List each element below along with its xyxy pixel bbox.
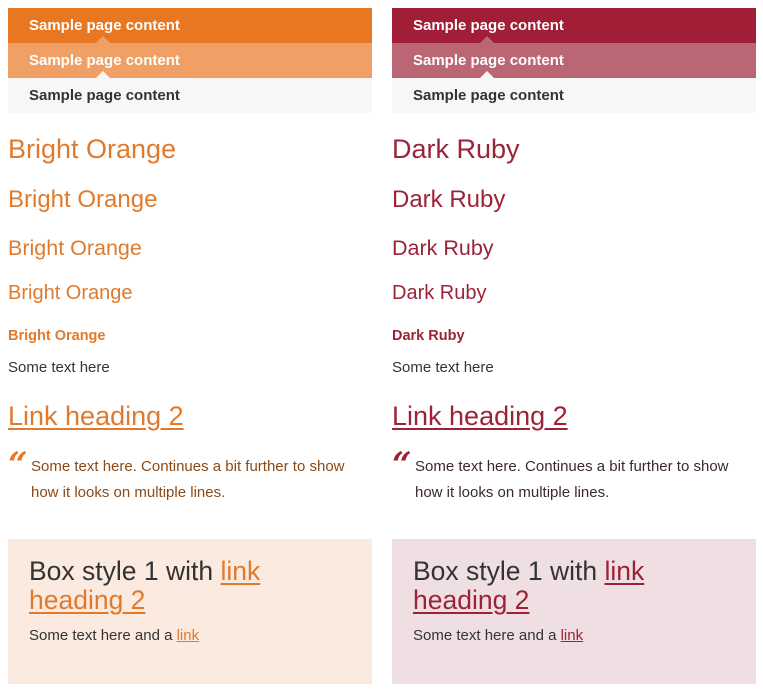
heading-2: Dark Ruby: [392, 186, 506, 213]
nav-bar-tertiary[interactable]: Sample page content: [8, 78, 372, 113]
box-title-prefix: Box style 1 with: [29, 556, 221, 586]
nav-bar-primary[interactable]: Sample page content: [8, 8, 372, 43]
heading-4: Dark Ruby: [392, 282, 487, 304]
bright-orange-column: Sample page content Sample page content …: [8, 8, 372, 684]
quote-text: Some text here. Continues a bit further …: [31, 458, 345, 501]
heading-5: Dark Ruby: [392, 328, 465, 344]
nav-bar-secondary[interactable]: Sample page content: [392, 43, 756, 78]
box-title: Box style 1 with link heading 2: [29, 557, 351, 615]
nav-bar-secondary[interactable]: Sample page content: [8, 43, 372, 78]
box-text-link[interactable]: link: [561, 627, 584, 644]
link-heading[interactable]: Link heading 2: [8, 401, 184, 432]
box-text-prefix: Some text here and a: [413, 627, 561, 644]
heading-1: Bright Orange: [8, 134, 177, 164]
nav-bar-label: Sample page content: [29, 87, 180, 104]
nav-bar-label: Sample page content: [413, 17, 564, 34]
box-text: Some text here and a link: [29, 627, 351, 644]
nav-bar-primary[interactable]: Sample page content: [392, 8, 756, 43]
notch-indicator-icon: [96, 36, 110, 43]
blockquote: “ Some text here. Continues a bit furthe…: [8, 448, 348, 506]
box-text-prefix: Some text here and a: [29, 627, 177, 644]
heading-1: Dark Ruby: [392, 134, 520, 164]
notch-indicator-icon: [96, 71, 110, 78]
heading-3: Dark Ruby: [392, 236, 494, 260]
box-text-link[interactable]: link: [177, 627, 200, 644]
link-heading[interactable]: Link heading 2: [392, 401, 568, 432]
heading-4: Bright Orange: [8, 282, 133, 304]
quote-text: Some text here. Continues a bit further …: [415, 458, 729, 501]
body-text: Some text here: [392, 359, 494, 376]
box-title-prefix: Box style 1 with: [413, 556, 605, 586]
nav-bar-label: Sample page content: [29, 52, 180, 69]
nav-bar-label: Sample page content: [29, 17, 180, 34]
heading-3: Bright Orange: [8, 236, 142, 260]
box-title: Box style 1 with link heading 2: [413, 557, 735, 615]
box-style-1: Box style 1 with link heading 2 Some tex…: [8, 539, 372, 684]
heading-2: Bright Orange: [8, 186, 158, 213]
box-text: Some text here and a link: [413, 627, 735, 644]
nav-bar-tertiary[interactable]: Sample page content: [392, 78, 756, 113]
nav-bar-label: Sample page content: [413, 52, 564, 69]
heading-5: Bright Orange: [8, 328, 106, 344]
box-style-1: Box style 1 with link heading 2 Some tex…: [392, 539, 756, 684]
quote-mark-icon: “: [392, 445, 412, 485]
body-text: Some text here: [8, 359, 110, 376]
notch-indicator-icon: [480, 36, 494, 43]
dark-ruby-column: Sample page content Sample page content …: [392, 8, 756, 684]
quote-mark-icon: “: [8, 445, 28, 485]
blockquote: “ Some text here. Continues a bit furthe…: [392, 448, 732, 506]
nav-bar-label: Sample page content: [413, 87, 564, 104]
notch-indicator-icon: [480, 71, 494, 78]
